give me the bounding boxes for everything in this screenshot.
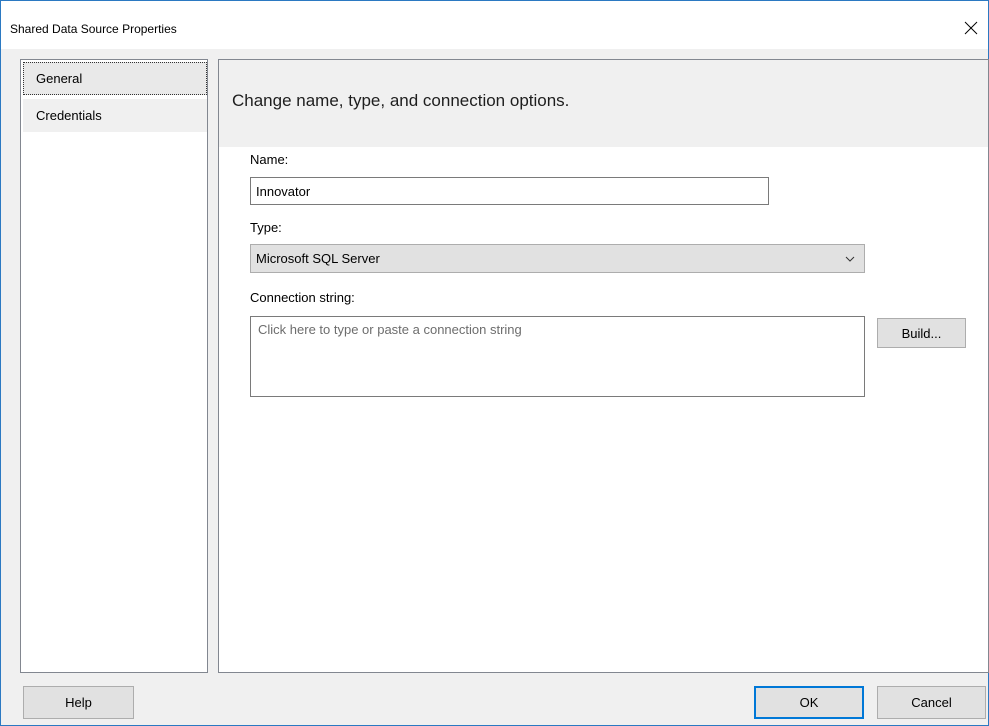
content-header: Change name, type, and connection option… (219, 60, 988, 147)
nav-panel: General Credentials (20, 59, 208, 673)
type-select-value: Microsoft SQL Server (256, 251, 380, 266)
page-title: Change name, type, and connection option… (232, 91, 570, 110)
cancel-button[interactable]: Cancel (877, 686, 986, 719)
nav-item-general[interactable]: General (23, 62, 207, 95)
chevron-down-icon (845, 256, 855, 262)
help-button[interactable]: Help (23, 686, 134, 719)
nav-item-credentials[interactable]: Credentials (23, 99, 207, 132)
ok-button[interactable]: OK (754, 686, 864, 719)
close-icon (964, 21, 978, 35)
name-label: Name: (250, 152, 289, 167)
connection-string-input[interactable] (250, 316, 865, 397)
dialog-window: Shared Data Source Properties General Cr… (0, 0, 989, 726)
close-button[interactable] (954, 13, 988, 43)
name-input[interactable] (250, 177, 769, 205)
type-select[interactable]: Microsoft SQL Server (250, 244, 865, 273)
type-label: Type: (250, 220, 282, 235)
title-bar: Shared Data Source Properties (1, 1, 988, 49)
window-title: Shared Data Source Properties (10, 22, 177, 36)
build-button[interactable]: Build... (877, 318, 966, 348)
content-panel: Change name, type, and connection option… (218, 59, 989, 673)
connection-string-label: Connection string: (250, 290, 355, 305)
